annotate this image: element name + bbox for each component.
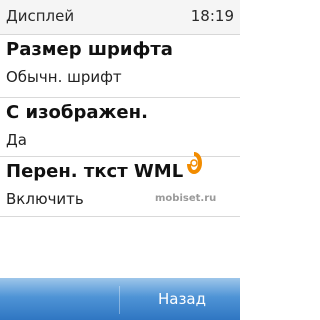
setting-value: Обычн. шрифт (6, 68, 122, 86)
setting-label: Перен. ткст WML (6, 161, 184, 182)
settings-list: Размер шрифта Обычн. шрифт С изображен. … (0, 35, 240, 217)
clock: 18:19 (190, 7, 234, 25)
softkey-divider (119, 286, 120, 314)
softkey-bar: Назад (0, 278, 240, 320)
setting-value: Да (6, 131, 27, 149)
setting-wml-wrap[interactable]: Перен. ткст WML Включить (0, 157, 240, 217)
back-softkey[interactable]: Назад (158, 288, 206, 310)
setting-label: С изображен. (6, 102, 148, 123)
mobiset-logo-icon (187, 152, 202, 174)
status-bar: Дисплей 18:19 (0, 0, 240, 35)
setting-images[interactable]: С изображен. Да (0, 98, 240, 157)
left-softkey[interactable] (0, 278, 118, 320)
setting-value: Включить (6, 190, 84, 208)
watermark-text: mobiset.ru (155, 193, 217, 204)
setting-label: Размер шрифта (6, 39, 173, 60)
setting-font-size[interactable]: Размер шрифта Обычн. шрифт (0, 35, 240, 98)
screen-title: Дисплей (6, 7, 75, 25)
